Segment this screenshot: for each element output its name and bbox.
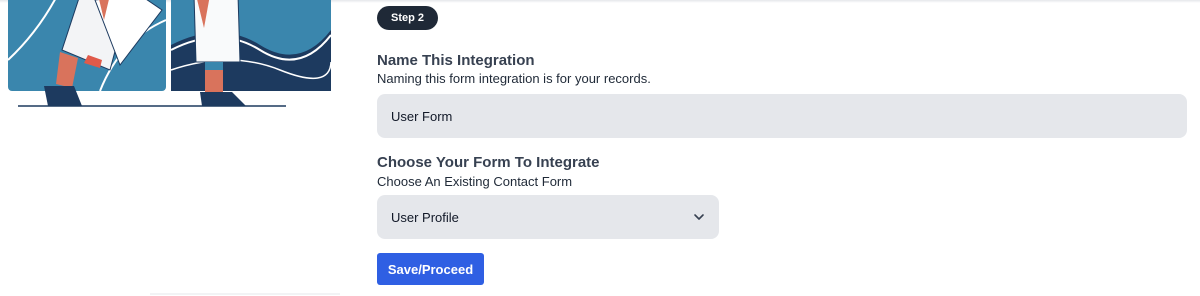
- form-section-description: Choose An Existing Contact Form: [377, 174, 573, 189]
- contact-form-select[interactable]: User Profile: [377, 195, 719, 239]
- contact-form-select-value: User Profile: [391, 209, 459, 225]
- people-walking-illustration: [0, 0, 345, 296]
- chevron-down-icon: [693, 211, 705, 223]
- integration-name-input[interactable]: [377, 94, 1187, 138]
- step-badge: Step 2: [377, 6, 439, 30]
- integration-step-page: Step 2 Name This Integration Naming this…: [0, 0, 1200, 296]
- name-section-title: Name This Integration: [377, 52, 535, 69]
- save-proceed-button[interactable]: Save/Proceed: [377, 253, 484, 285]
- name-section-description: Naming this form integration is for your…: [377, 71, 651, 86]
- form-section-title: Choose Your Form To Integrate: [377, 154, 600, 171]
